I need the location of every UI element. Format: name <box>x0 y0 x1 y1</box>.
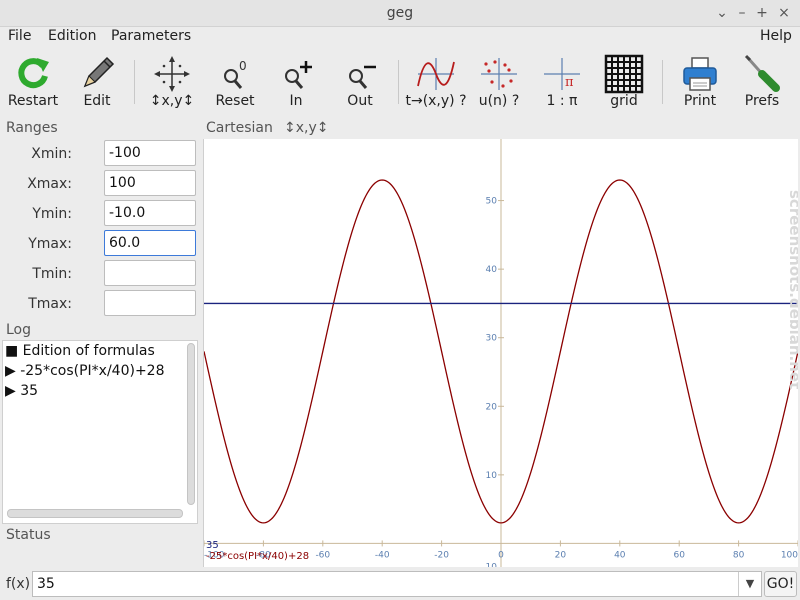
restart-icon <box>18 58 49 89</box>
minimize-button[interactable]: – <box>732 3 752 23</box>
x-tick-label: -40 <box>375 550 390 560</box>
zoom-out-icon <box>349 65 376 89</box>
y-tick-label: 40 <box>486 265 498 275</box>
xmin-label: Xmin: <box>31 146 72 162</box>
cartesian-graph[interactable]: -100-80-60-40-20020406080100102030405010… <box>204 139 798 567</box>
log-horizontal-scrollbar[interactable] <box>7 509 183 518</box>
x-tick-label: 20 <box>555 550 567 560</box>
zoom-in-button[interactable]: In <box>276 48 316 112</box>
legend-entry: -25*cos(PI*x/40)+28 <box>206 551 309 562</box>
y-tick-label: 30 <box>486 334 498 344</box>
watermark-text: screenshots.debian.net <box>786 190 798 389</box>
graph-mode-label: Cartesian <box>206 120 273 136</box>
zoom-out-button[interactable]: Out <box>340 48 380 112</box>
grid-label: grid <box>610 93 638 109</box>
parametric-button[interactable]: t→(x,y) ? <box>405 48 467 112</box>
formula-input[interactable] <box>32 571 762 597</box>
pi-scale-icon: π <box>544 58 580 90</box>
pi-scale-button[interactable]: π 1 : π <box>542 48 582 112</box>
fx-label: f(x) <box>6 576 31 592</box>
zoom-reset-icon: 0 <box>224 59 247 89</box>
parametric-curve-icon <box>417 58 455 90</box>
chevron-down-icon: ▼ <box>745 577 755 590</box>
move-axes-button[interactable]: ↕x,y↕ <box>150 48 194 112</box>
log-item[interactable]: ▶ 35 <box>5 383 38 399</box>
y-tick-label: 50 <box>486 197 498 207</box>
xmax-input[interactable] <box>104 170 196 196</box>
svg-text:π: π <box>565 75 574 90</box>
y-tick-label: 10 <box>486 471 498 481</box>
zoom-out-label: Out <box>347 93 373 109</box>
grid-button[interactable]: grid <box>602 48 646 112</box>
close-button[interactable]: × <box>774 3 794 23</box>
y-tick-label: 20 <box>486 402 498 412</box>
formula-bar: f(x) ▼ GO! <box>0 568 800 600</box>
menu-help[interactable]: Help <box>760 28 792 44</box>
ymax-label: Ymax: <box>28 236 72 252</box>
menu-bar: File Edition Parameters Help <box>0 26 800 48</box>
go-button[interactable]: GO! <box>764 571 797 597</box>
x-tick-label: -60 <box>315 550 330 560</box>
x-tick-label: 60 <box>673 550 685 560</box>
xmax-label: Xmax: <box>27 176 72 192</box>
log-header: Log <box>6 322 32 338</box>
log-vertical-scrollbar[interactable] <box>187 343 195 505</box>
sequence-button[interactable]: u(n) ? <box>478 48 520 112</box>
restart-button[interactable]: Restart <box>8 48 58 112</box>
window-title: geg <box>386 5 414 21</box>
log-list[interactable]: ■ Edition of formulas ▶ -25*cos(PI*x/40)… <box>2 340 198 524</box>
title-bar: geg ⌄ – + × <box>0 0 800 27</box>
graph-move-label[interactable]: ↕x,y↕ <box>284 120 328 136</box>
x-tick-label: 100 <box>781 550 798 560</box>
log-item[interactable]: ■ Edition of formulas <box>5 343 155 359</box>
tmin-input[interactable] <box>104 260 196 286</box>
ymax-input[interactable] <box>104 230 196 256</box>
sequence-icon <box>481 58 517 90</box>
screwdriver-icon <box>744 54 780 92</box>
status-header: Status <box>6 527 51 543</box>
window-menu-button[interactable]: ⌄ <box>712 3 732 23</box>
menu-edition[interactable]: Edition <box>48 28 96 44</box>
x-tick-label: 0 <box>498 550 504 560</box>
grid-icon <box>604 54 644 94</box>
tmax-label: Tmax: <box>28 296 72 312</box>
toolbar: Restart Edit ↕x,y↕ 0 Reset In Out t→(x,y… <box>0 48 800 114</box>
ranges-header: Ranges <box>6 120 58 136</box>
xmin-input[interactable] <box>104 140 196 166</box>
ymin-input[interactable] <box>104 200 196 226</box>
maximize-button[interactable]: + <box>752 3 772 23</box>
edit-button[interactable]: Edit <box>76 48 118 112</box>
y-tick-label: 10 <box>486 562 498 567</box>
x-tick-label: 80 <box>733 550 745 560</box>
menu-parameters[interactable]: Parameters <box>111 28 191 44</box>
zoom-reset-button[interactable]: 0 Reset <box>214 48 256 112</box>
x-tick-label: -20 <box>434 550 449 560</box>
prefs-label: Prefs <box>744 93 780 109</box>
edit-label: Edit <box>83 93 111 109</box>
zoom-in-icon <box>285 61 312 89</box>
prefs-button[interactable]: Prefs <box>742 48 782 112</box>
svg-text:0: 0 <box>239 59 247 73</box>
printer-icon <box>683 57 717 91</box>
menu-file[interactable]: File <box>8 28 31 44</box>
x-tick-label: 40 <box>614 550 626 560</box>
tmax-input[interactable] <box>104 290 196 316</box>
graph-area[interactable]: -100-80-60-40-20020406080100102030405010… <box>203 139 798 567</box>
pencil-icon <box>83 56 115 88</box>
ymin-label: Ymin: <box>32 206 72 222</box>
formula-history-dropdown[interactable]: ▼ <box>738 572 761 596</box>
log-item[interactable]: ▶ -25*cos(PI*x/40)+28 <box>5 363 165 379</box>
legend-entry: 35 <box>206 540 219 551</box>
watermark: screenshots.debian.net <box>786 190 798 389</box>
move-axes-icon <box>154 56 190 92</box>
tmin-label: Tmin: <box>32 266 72 282</box>
print-button[interactable]: Print <box>678 48 722 112</box>
